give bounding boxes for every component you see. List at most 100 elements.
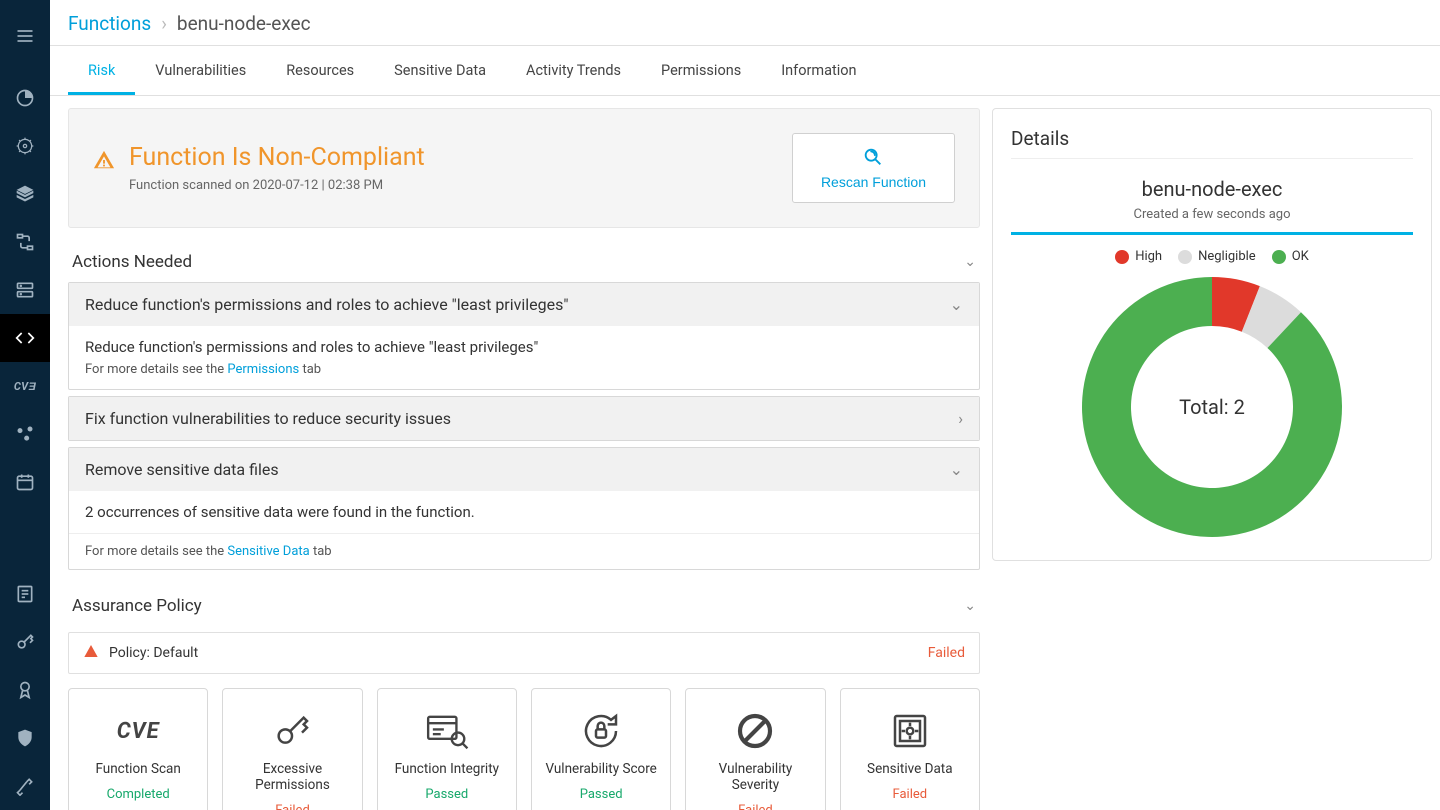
assurance-card[interactable]: Function Integrity Passed <box>377 688 517 810</box>
card-status: Failed <box>275 803 310 810</box>
action-header[interactable]: Reduce function's permissions and roles … <box>69 283 979 326</box>
action-header[interactable]: Remove sensitive data files ⌄ <box>69 448 979 491</box>
donut-total: Total: 2 <box>1081 276 1343 538</box>
integrity-icon <box>425 711 469 751</box>
action-title: Remove sensitive data files <box>85 460 279 479</box>
tab-risk[interactable]: Risk <box>68 46 135 95</box>
compliance-banner: Function Is Non-Compliant Function scann… <box>68 108 980 228</box>
tabs: RiskVulnerabilitiesResourcesSensitive Da… <box>50 46 1440 96</box>
card-status: Passed <box>580 787 623 802</box>
actions-title: Actions Needed <box>72 252 192 272</box>
action-sublink: For more details see the Permissions tab <box>85 362 963 377</box>
breadcrumb-root[interactable]: Functions <box>68 12 151 35</box>
menu-icon[interactable] <box>0 12 50 60</box>
actions-header[interactable]: Actions Needed ⌄ <box>68 244 980 282</box>
card-label: Vulnerability Score <box>545 761 656 777</box>
safe-icon <box>890 711 930 751</box>
legend-item: High <box>1115 249 1162 264</box>
action-item: Fix function vulnerabilities to reduce s… <box>68 396 980 441</box>
key-icon <box>272 711 312 751</box>
lock-cycle-icon <box>579 711 623 751</box>
shield-icon[interactable] <box>0 714 50 762</box>
chevron-right-icon: › <box>161 12 167 35</box>
policy-row[interactable]: Policy: Default Failed <box>68 632 980 674</box>
action-title: Reduce function's permissions and roles … <box>85 295 568 314</box>
breadcrumb: Functions › benu-node-exec <box>50 0 1440 46</box>
breadcrumb-current: benu-node-exec <box>177 12 311 35</box>
card-label: Sensitive Data <box>867 761 953 777</box>
cve-icon: CVE <box>117 711 160 751</box>
card-label: Excessive Permissions <box>233 761 351 793</box>
details-name: benu-node-exec <box>1011 177 1413 201</box>
compliance-title: Function Is Non-Compliant <box>129 143 425 172</box>
card-status: Passed <box>425 787 468 802</box>
key-icon[interactable] <box>0 618 50 666</box>
action-item: Remove sensitive data files ⌄ 2 occurrence… <box>68 447 980 570</box>
details-panel: Details benu-node-exec Created a few sec… <box>992 108 1432 561</box>
legend-item: Negligible <box>1178 249 1256 264</box>
tools-icon[interactable] <box>0 762 50 810</box>
assurance-card[interactable]: Vulnerability SeverityFailed <box>685 688 825 810</box>
card-status: Failed <box>738 803 773 810</box>
legend-label: OK <box>1292 249 1309 264</box>
chevron-down-icon: ⌄ <box>964 254 976 270</box>
legend-swatch <box>1272 250 1286 264</box>
action-body: 2 occurrences of sensitive data were fou… <box>69 491 979 533</box>
tab-permissions[interactable]: Permissions <box>641 46 761 95</box>
tab-information[interactable]: Information <box>761 46 876 95</box>
chevron-right-icon: › <box>958 409 963 428</box>
assurance-header[interactable]: Assurance Policy ⌄ <box>68 588 980 626</box>
assurance-card[interactable]: Sensitive DataFailed <box>840 688 980 810</box>
details-created: Created a few seconds ago <box>1011 207 1413 222</box>
cve-icon[interactable]: CVƎ <box>0 362 50 410</box>
server-icon[interactable] <box>0 266 50 314</box>
code-icon[interactable] <box>0 314 50 362</box>
action-link[interactable]: Permissions <box>227 362 299 377</box>
assurance-card[interactable]: Excessive Permissions Failed <box>222 688 362 810</box>
assurance-title: Assurance Policy <box>72 596 202 616</box>
workflow-icon[interactable] <box>0 218 50 266</box>
warning-icon <box>93 149 115 175</box>
policy-status: Failed <box>928 645 965 661</box>
assurance-card[interactable]: CVE Function Scan Completed <box>68 688 208 810</box>
action-header[interactable]: Fix function vulnerabilities to reduce s… <box>69 397 979 440</box>
assurance-card[interactable]: Vulnerability Score Passed <box>531 688 671 810</box>
tab-sensitive-data[interactable]: Sensitive Data <box>374 46 506 95</box>
assurance-cards: CVE Function Scan Completed Excessive Permi… <box>68 688 980 810</box>
details-title: Details <box>1011 127 1413 159</box>
nodes-icon[interactable] <box>0 410 50 458</box>
tab-activity-trends[interactable]: Activity Trends <box>506 46 641 95</box>
report-icon[interactable] <box>0 570 50 618</box>
rescan-icon <box>862 146 884 168</box>
dashboard-icon[interactable] <box>0 74 50 122</box>
rescan-button[interactable]: Rescan Function <box>792 133 955 203</box>
tab-vulnerabilities[interactable]: Vulnerabilities <box>135 46 266 95</box>
calendar-icon[interactable] <box>0 458 50 506</box>
rescan-label: Rescan Function <box>821 174 926 190</box>
card-label: Function Scan <box>95 761 180 777</box>
layers-icon[interactable] <box>0 170 50 218</box>
legend-label: High <box>1135 249 1162 264</box>
wheel-icon[interactable] <box>0 122 50 170</box>
action-footer: For more details see the Sensitive Data … <box>69 533 979 569</box>
action-body-text: 2 occurrences of sensitive data were fou… <box>85 503 963 521</box>
legend-swatch <box>1115 250 1129 264</box>
legend-label: Negligible <box>1198 249 1256 264</box>
compliance-scanned: Function scanned on 2020-07-12 | 02:38 P… <box>129 178 425 193</box>
action-link[interactable]: Sensitive Data <box>227 544 309 559</box>
chevron-down-icon: ⌄ <box>964 598 976 614</box>
card-status: Completed <box>107 787 170 802</box>
sidebar: CVƎ <box>0 0 50 810</box>
action-title: Fix function vulnerabilities to reduce s… <box>85 409 451 428</box>
chevron-down-icon: ⌄ <box>950 460 963 479</box>
card-label: Function Integrity <box>395 761 499 777</box>
legend-swatch <box>1178 250 1192 264</box>
ban-icon <box>735 711 775 751</box>
actions-list: Reduce function's permissions and roles … <box>68 282 980 570</box>
legend-item: OK <box>1272 249 1309 264</box>
tab-resources[interactable]: Resources <box>266 46 374 95</box>
badge-icon[interactable] <box>0 666 50 714</box>
accent-bar <box>1011 232 1413 235</box>
action-body: Reduce function's permissions and roles … <box>69 326 979 389</box>
action-body-text: Reduce function's permissions and roles … <box>85 338 963 356</box>
